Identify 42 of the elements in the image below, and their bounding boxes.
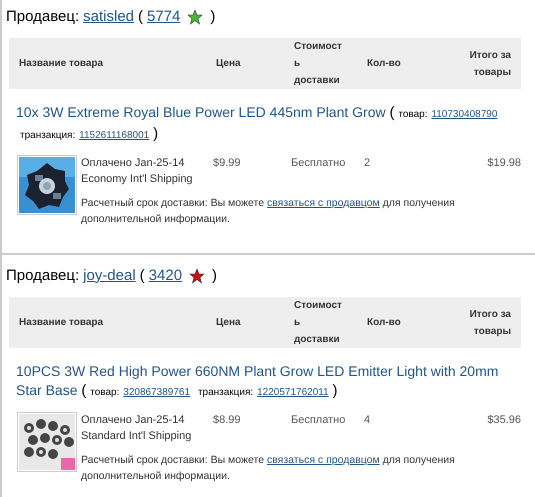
parenthesis: (	[140, 266, 145, 286]
product-title[interactable]: 10x 3W Extreme Royal Blue Power LED 445nm Plant Grow ( товар: 110730408790 транзакция: 1152611168001 )	[16, 103, 521, 145]
column-header: Название товара	[19, 57, 104, 71]
shipping-cost-cell-text: Бесплатно	[291, 156, 346, 171]
column-header: Кол-во	[367, 316, 402, 330]
item-number-link[interactable]: 110730408790	[431, 109, 498, 120]
parenthesis: )	[210, 6, 216, 27]
contact-seller-link[interactable]: связаться с продавцом	[266, 197, 380, 209]
payment-date: Оплачено Jan-25-14	[81, 156, 186, 171]
seller-label: Продавец:	[6, 6, 80, 27]
seller-link[interactable]: satisled	[83, 6, 134, 28]
column-header: Кол-во	[367, 57, 402, 71]
parenthesis: )	[212, 266, 218, 286]
quantity-cell-text: 2	[364, 156, 372, 171]
column-header: Стоимост ь доставки	[294, 40, 343, 88]
total-cell-text: $35.96	[486, 413, 521, 428]
shipping-method: Economy Int'l Shipping	[81, 172, 194, 187]
shipping-cost-cell-text: Бесплатно	[291, 413, 346, 428]
column-header: Название товара	[19, 316, 104, 330]
transaction-number-link[interactable]: 1152611168001	[79, 130, 150, 141]
quantity-cell-text: 4	[364, 413, 372, 428]
column-header: Итого за товары	[468, 308, 511, 338]
delivery-note: Расчетный срок доставки: Вы можете связаться с продавцом для получения дополнительной информации.	[81, 196, 456, 227]
item-number-link[interactable]: 320867389761	[123, 387, 190, 398]
contact-seller-link[interactable]: связаться с продавцом	[266, 454, 380, 466]
column-header: Цена	[216, 57, 242, 71]
column-header: Стоимост ь доставки	[294, 299, 343, 347]
parenthesis: (	[138, 6, 143, 27]
seller-label: Продавец:	[6, 266, 80, 286]
product-title[interactable]: 10PCS 3W Red High Power 660NM Plant Grow LED Emitter Light with 20mm Star Base ( товар: 320867389761 транзакция: 1220571762011 )	[16, 362, 521, 402]
delivery-note: Расчетный срок доставки: Вы можете связаться с продавцом для получения дополнительной информации.	[81, 453, 456, 484]
feedback-score-link[interactable]: 5774	[147, 6, 180, 28]
payment-date: Оплачено Jan-25-14	[81, 413, 186, 428]
feedback-score-link[interactable]: 3420	[148, 264, 182, 288]
transaction-number-link[interactable]: 1220571762011	[257, 387, 329, 398]
column-header: Цена	[216, 316, 242, 330]
shipping-method: Standard Int'l Shipping	[81, 429, 192, 444]
total-cell-text: $19.98	[486, 156, 521, 171]
seller-link[interactable]: joy-deal	[83, 264, 136, 288]
price-cell-text: $8.99	[213, 413, 242, 428]
price-cell-text: $9.99	[213, 156, 242, 171]
column-header: Итого за товары	[468, 48, 511, 80]
